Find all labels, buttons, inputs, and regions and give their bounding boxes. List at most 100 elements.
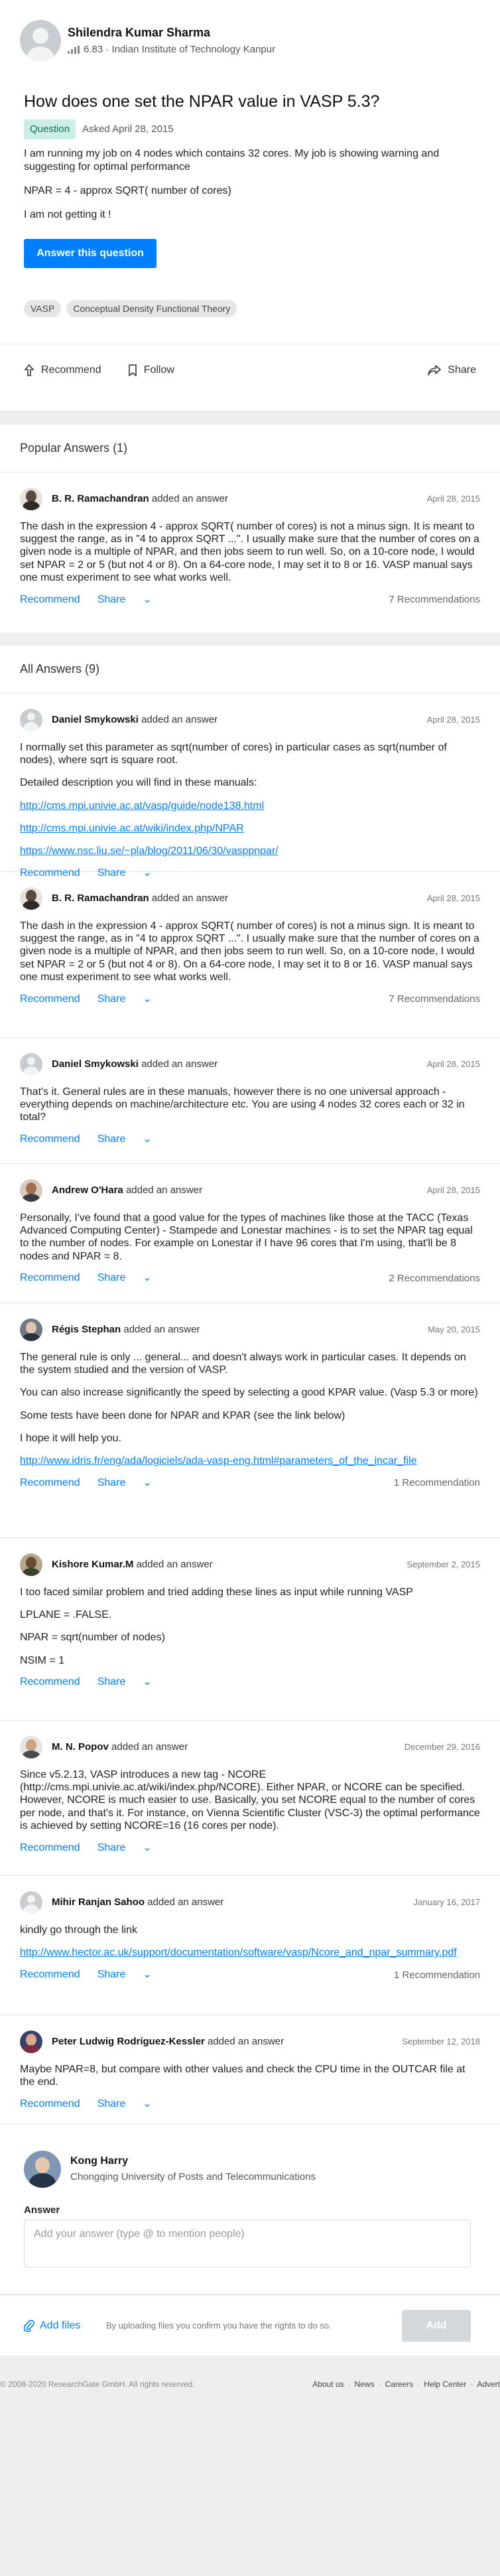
answer-item: Daniel Smykowski added an answer April 2… [0,693,500,879]
answer-avatar[interactable] [20,1891,42,1914]
recommend-link[interactable]: Recommend [20,1271,80,1285]
answer-link[interactable]: http://www.hector.ac.uk/support/document… [20,1947,457,1958]
recommendations-count[interactable]: 1 Recommendation [394,1476,480,1490]
composer-user-name[interactable]: Kong Harry [70,2155,316,2169]
answer-avatar[interactable] [20,1736,42,1758]
recommendations-count[interactable]: 2 Recommendations [389,1272,480,1285]
share-link[interactable]: Share [97,1133,126,1147]
answer-item: Peter Ludwig Rodríguez-Kessler added an … [0,2015,500,2124]
composer-user: Kong Harry Chongqing University of Posts… [24,2151,316,2188]
share-button[interactable]: Share [428,364,476,378]
answer-link[interactable]: http://www.idris.fr/eng/ada/logiciels/ad… [20,1455,417,1467]
answer-body: I normally set this parameter as sqrt(nu… [20,742,447,857]
answer-avatar[interactable] [20,709,42,731]
recommendations-count[interactable]: 7 Recommendations [389,593,480,607]
answer-body: The dash in the expression 4 - approx SQ… [20,521,479,583]
author-name[interactable]: Shilendra Kumar Sharma [68,25,275,40]
chevron-down-icon[interactable]: ⌄ [143,1968,151,1982]
share-link[interactable]: Share [97,1476,126,1490]
recommend-button[interactable]: Recommend [24,364,101,378]
answer-author-name[interactable]: Mihir Ranjan Sahoo [52,1896,145,1908]
chevron-down-icon[interactable]: ⌄ [143,1676,151,1689]
answer-author-name[interactable]: Kishore Kumar.M [52,1559,133,1570]
recommend-link[interactable]: Recommend [20,1841,80,1855]
recommendations-count[interactable]: 7 Recommendations [389,993,480,1006]
recommend-link[interactable]: Recommend [20,2098,80,2111]
answer-author-name[interactable]: Régis Stephan [52,1324,121,1335]
tag-cdft[interactable]: Conceptual Density Functional Theory [66,300,237,318]
answer-author-name[interactable]: B. R. Ramachandran [52,893,149,904]
composer-avatar[interactable] [24,2151,61,2188]
answer-link[interactable]: http://cms.mpi.univie.ac.at/vasp/guide/n… [20,800,264,812]
answer-date: May 20, 2015 [428,1324,480,1334]
answer-label: Answer [24,2204,60,2216]
answer-avatar[interactable] [20,1179,42,1202]
recommend-link[interactable]: Recommend [20,1968,80,1982]
upload-rights-note: By uploading files you confirm you have … [106,2321,332,2330]
answer-author-name[interactable]: B. R. Ramachandran [52,493,149,504]
answer-author-name[interactable]: M. N. Popov [52,1741,109,1753]
arrow-up-icon [24,364,34,377]
footer-links: About us · News · Careers · Help Center · Ad… [312,2380,500,2390]
answer-avatar[interactable] [20,2031,42,2053]
share-link[interactable]: Share [97,1676,126,1689]
answer-avatar[interactable] [20,1553,42,1576]
recommend-link[interactable]: Recommend [20,993,80,1007]
answer-author-name[interactable]: Daniel Smykowski [52,714,139,725]
recommend-link[interactable]: Recommend [20,1133,80,1147]
question-badge: Question [24,119,76,139]
chevron-down-icon[interactable]: ⌄ [143,1841,151,1855]
answer-date: April 28, 2015 [426,714,480,725]
footer-link-about[interactable]: About us [312,2380,344,2390]
chevron-down-icon[interactable]: ⌄ [143,1133,151,1147]
answer-avatar[interactable] [20,887,42,910]
share-link[interactable]: Share [97,993,126,1007]
answer-item: B. R. Ramachandran added an answer April… [0,872,500,1038]
recommendations-count[interactable]: 1 Recommendation [394,1969,480,1982]
asked-date: Asked April 28, 2015 [82,123,174,135]
question-actions: Recommend Follow Share [0,344,500,397]
chevron-down-icon[interactable]: ⌄ [143,593,151,607]
answer-author-name[interactable]: Daniel Smykowski [52,1058,139,1070]
recommend-link[interactable]: Recommend [20,1676,80,1689]
answer-item: Régis Stephan added an answer May 20, 20… [0,1303,500,1538]
share-link[interactable]: Share [97,593,126,607]
add-files-button[interactable]: Add files [24,2319,80,2333]
follow-button[interactable]: Follow [128,364,174,378]
tag-vasp[interactable]: VASP [24,300,62,318]
chevron-down-icon[interactable]: ⌄ [143,2098,151,2111]
share-link[interactable]: Share [97,1841,126,1855]
add-answer-button[interactable]: Add [402,2310,471,2342]
answer-link[interactable]: http://cms.mpi.univie.ac.at/wiki/index.p… [20,823,244,834]
share-link[interactable]: Share [97,1271,126,1285]
answer-avatar[interactable] [20,488,42,510]
popular-answers-section: Popular Answers (1) B. R. Ramachandran a… [0,425,500,632]
footer-link-news[interactable]: News [355,2380,375,2390]
answer-avatar[interactable] [20,1053,42,1076]
composer-user-institution[interactable]: Chongqing University of Posts and Teleco… [70,2171,316,2184]
chevron-down-icon[interactable]: ⌄ [143,1476,151,1490]
answer-avatar[interactable] [20,1319,42,1341]
answer-author-name[interactable]: Andrew O'Hara [52,1184,123,1196]
answer-author-name[interactable]: Peter Ludwig Rodríguez-Kessler [52,2036,205,2047]
footer-link-help[interactable]: Help Center [424,2380,466,2390]
answer-date: January 16, 2017 [413,1896,480,1907]
answer-composer: Kong Harry Chongqing University of Posts… [0,2124,500,2295]
author-institution[interactable]: Indian Institute of Technology Kanpur [112,43,276,56]
answer-body: That's it. General rules are in these ma… [20,1086,465,1123]
chevron-down-icon[interactable]: ⌄ [143,1271,151,1285]
share-link[interactable]: Share [97,1968,126,1982]
chevron-down-icon[interactable]: ⌄ [143,993,151,1007]
answer-link[interactable]: https://www.nsc.liu.se/~pla/blog/2011/06… [20,845,279,857]
author-avatar[interactable] [20,20,61,61]
recommend-link[interactable]: Recommend [20,1476,80,1490]
footer-link-advert[interactable]: Advert [477,2380,500,2390]
answer-input[interactable] [24,2220,471,2267]
share-link[interactable]: Share [97,2098,126,2111]
question-author[interactable]: Shilendra Kumar Sharma 6.83 · Indian Ins… [20,20,275,61]
footer-link-careers[interactable]: Careers [385,2380,414,2390]
answer-this-question-button[interactable]: Answer this question [24,239,156,268]
question-card: Shilendra Kumar Sharma 6.83 · Indian Ins… [0,0,500,411]
recommend-link[interactable]: Recommend [20,593,80,607]
answer-date: April 28, 2015 [426,493,480,504]
